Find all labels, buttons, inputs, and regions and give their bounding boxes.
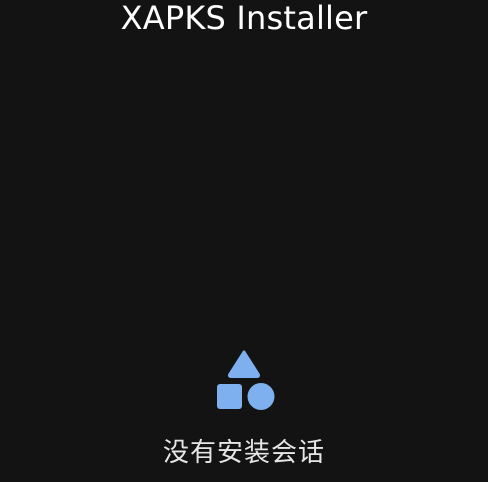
empty-state-message: 没有安装会话 (162, 438, 325, 468)
app-title: XAPKS Installer (120, 0, 368, 37)
shapes-icon (217, 350, 275, 410)
installer-screen: XAPKS Installer 没有安装会话 (0, 0, 488, 482)
empty-state: 没有安装会话 (0, 348, 488, 468)
